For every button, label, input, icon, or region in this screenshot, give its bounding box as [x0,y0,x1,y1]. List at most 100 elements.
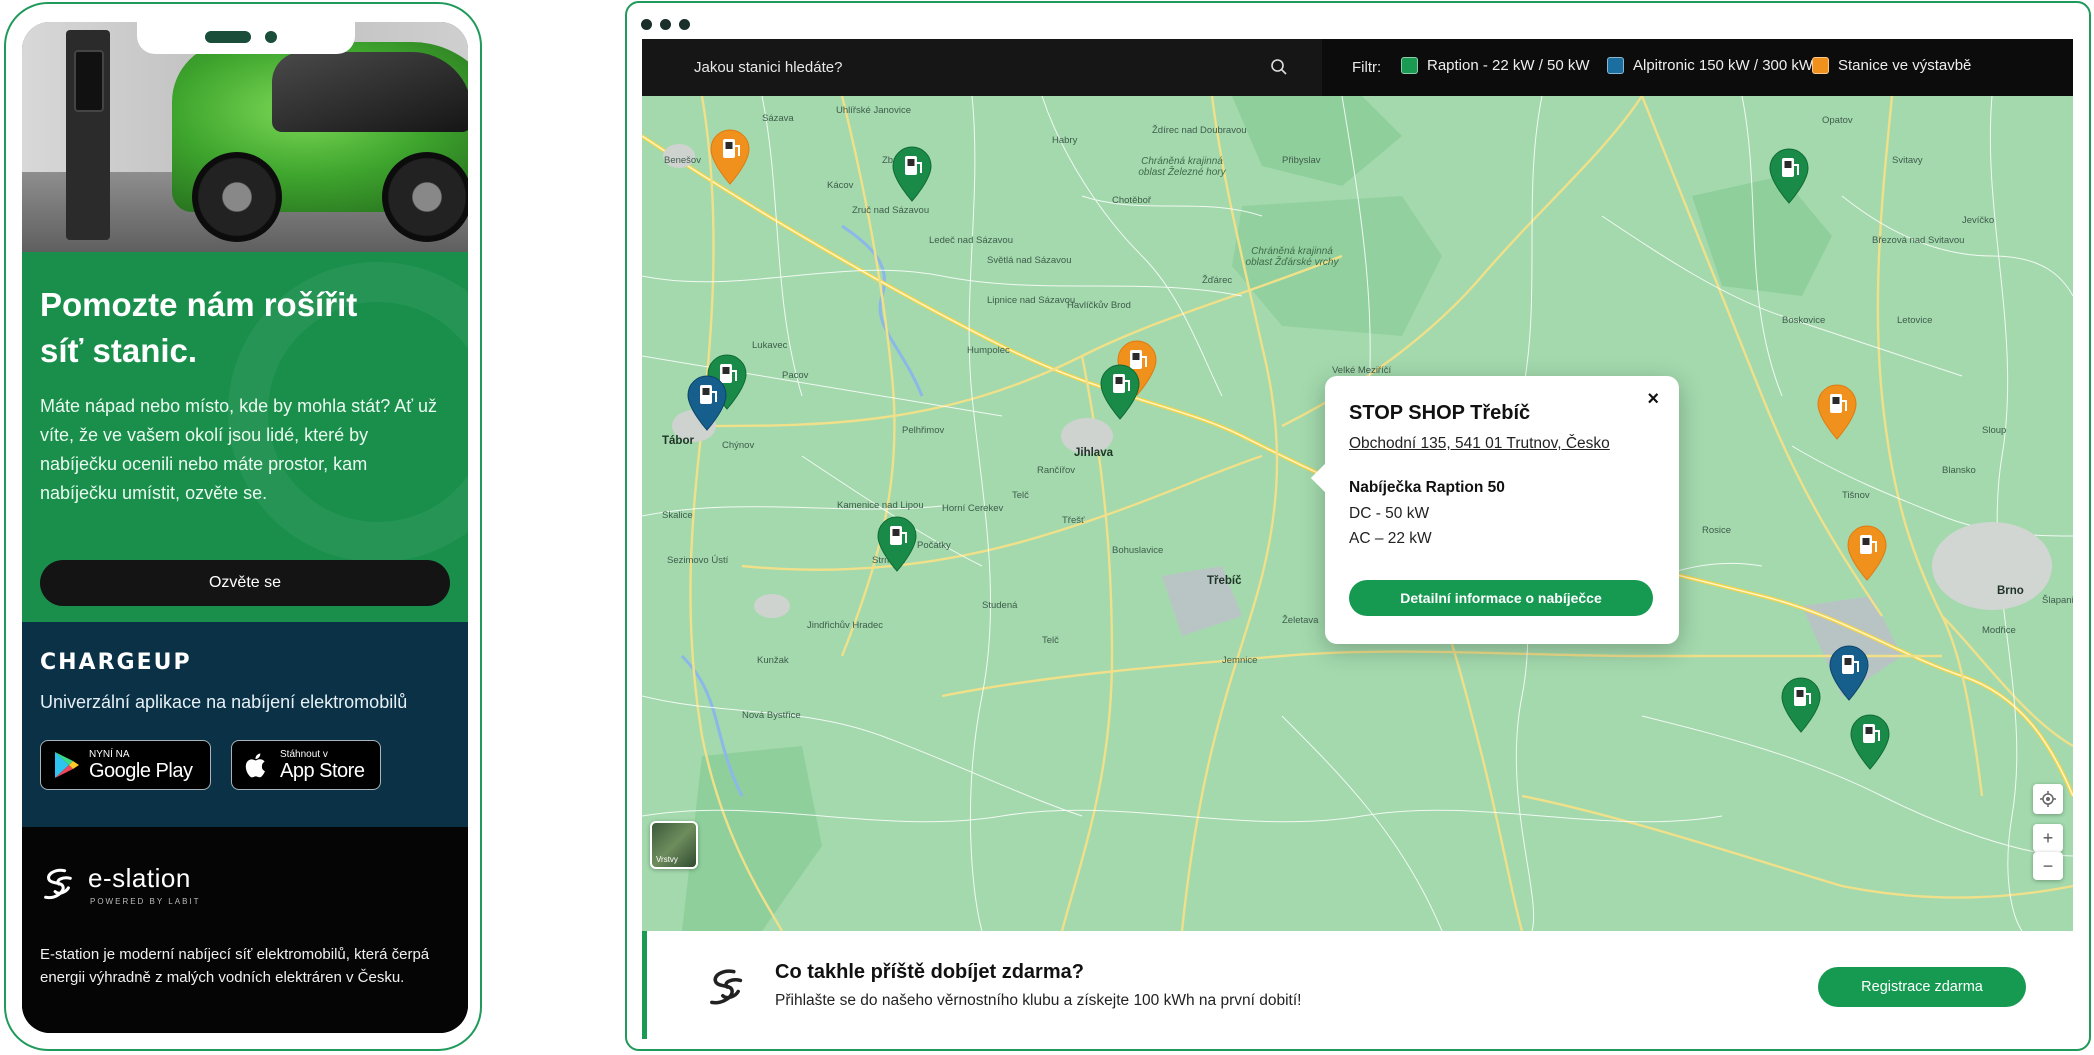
phone-mockup: Pomozte nám rošířit síť stanic. Máte náp… [4,2,482,1051]
eslation-logo-icon [710,969,743,1005]
filter-under-construction-label: Stanice ve výstavbě [1838,57,1972,74]
filter-raption[interactable]: Raption - 22 kW / 50 kW [1401,57,1590,74]
map-town-label: Jevíčko [1962,215,1995,226]
chargeup-logo: CHARGEUP [40,650,192,675]
pin-under-construction[interactable] [1846,525,1888,581]
app-store-small-label: Stáhnout v [280,748,328,760]
browser-mockup: Jakou stanici hledáte? Filtr: Raption - … [625,1,2091,1051]
filter-raption-label: Raption - 22 kW / 50 kW [1427,57,1590,74]
map-town-label: Bohuslavice [1112,545,1164,556]
eslation-logo-icon [44,868,72,900]
hero-photo-car-charging [22,22,468,252]
eslation-name: e-slation [88,863,191,893]
apple-icon [245,753,265,778]
map-town-label: Letovice [1897,315,1933,326]
map-town-label: Brno [1997,585,2024,597]
app-store-button[interactable]: Stáhnout v App Store [231,740,381,790]
map-town-label: Sezimovo Ústí [667,555,729,566]
pin-raption[interactable] [876,516,918,572]
map-town-label: Zruč nad Sázavou [852,205,930,216]
map-town-label: Přibyslav [1282,155,1321,166]
map-town-label: Jindřichův Hradec [807,620,884,631]
phone-speaker [205,31,251,43]
pin-raption[interactable] [1780,677,1822,733]
stations-map[interactable]: Benešov Sázava Zbraslavice Kácov Uhlířsk… [642,96,2073,931]
filter-checkbox[interactable] [1812,57,1829,74]
zoom-in-button[interactable]: + [2033,824,2063,852]
plus-icon: + [2042,827,2054,848]
loyalty-banner: Co takhle příště dobíjet zdarma? Přihlaš… [642,931,2073,1039]
map-town-label: Tábor [662,435,694,447]
my-location-button[interactable] [2033,784,2063,814]
charger-name: Nabíječka Raption 50 [1349,479,1505,496]
map-town-label: Svitavy [1892,155,1923,166]
search-input[interactable]: Jakou stanici hledáte? [694,59,842,76]
google-play-button[interactable]: NYNÍ NA Google Play [40,740,211,790]
station-address-link[interactable]: Obchodní 135, 541 01 Trutnov, Česko [1349,435,1655,453]
map-town-label: Březová nad Svitavou [1872,235,1965,246]
filter-alpitronic-label: Alpitronic 150 kW / 300 kW [1633,57,1814,74]
map-town-label: Šlapanice [2042,595,2073,606]
filter-under-construction[interactable]: Stanice ve výstavbě [1812,57,1971,74]
google-play-small-label: NYNÍ NA [89,748,130,760]
phone-camera [265,31,277,43]
map-town-label: Uhlířské Janovice [836,105,911,116]
map-town-label: Jihlava [1074,447,1113,459]
map-town-label: Třebíč [1207,575,1242,587]
search-icon[interactable] [1270,58,1288,76]
map-town-label: Habry [1052,135,1078,146]
map-town-label: Lukavec [752,340,788,351]
map-town-label: Opatov [1822,115,1853,126]
map-town-label: Modřice [1982,625,2016,636]
pin-raption[interactable] [891,146,933,202]
map-town-label: Třešť [1062,515,1085,526]
map-town-label: Pacov [782,370,809,381]
map-town-label: Želetava [1282,615,1319,626]
map-town-label: Nová Bystřice [742,710,801,721]
map-town-label: Boskovice [1782,315,1826,326]
station-popup: × STOP SHOP Třebíč Obchodní 135, 541 01 … [1325,376,1679,644]
zoom-out-button[interactable]: − [2033,852,2063,880]
map-town-label: Horní Cerekev [942,503,1004,514]
contact-us-button[interactable]: Ozvěte se [40,560,450,606]
filter-checkbox[interactable] [1401,57,1418,74]
map-town-label: Studená [982,600,1018,611]
pin-alpitronic[interactable] [686,375,728,431]
eslation-powered-by: POWERED BY LABIT [90,897,201,906]
map-town-label: Sloup [1982,425,2007,436]
map-town-label: Světlá nad Sázavou [987,255,1072,266]
map-town-label: Chýnov [722,440,755,451]
app-store-label: App Store [280,759,365,782]
map-town-label: Humpolec [967,345,1010,356]
phone-notch [137,22,355,54]
expand-network-title: Pomozte nám rošířit síť stanic. [40,286,358,369]
map-town-label: Sázava [762,113,794,124]
map-layers-button[interactable]: Vrstvy [650,821,698,869]
forest-label-zelezne-hory: Chráněná krajinná oblast Železné hory [1138,156,1226,178]
expand-network-text: Máte nápad nebo místo, kde by mohla stát… [40,396,437,503]
minus-icon: − [2042,855,2054,876]
phone-screen: Pomozte nám rošířit síť stanic. Máte náp… [22,22,468,1033]
filter-checkbox[interactable] [1607,57,1624,74]
pin-raption[interactable] [1849,714,1891,770]
pin-under-construction[interactable] [1816,384,1858,440]
map-town-label: Žďárec [1202,275,1233,286]
loyalty-banner-subtitle: Přihlašte se do našeho věrnostního klubu… [775,992,1302,1009]
eslation-footer: e-slation POWERED BY LABIT E-station je … [22,827,468,1033]
map-town-label: Kamenice nad Lipou [837,500,924,511]
pin-raption[interactable] [1768,148,1810,204]
google-play-label: Google Play [89,759,193,782]
pin-alpitronic[interactable] [1828,645,1870,701]
window-dot [641,19,652,30]
map-town-label: Pelhřimov [902,425,945,436]
pin-raption-selected[interactable] [1099,364,1141,420]
app-tagline: Univerzální aplikace na nabíjení elektro… [40,692,408,712]
expand-network-section: Pomozte nám rošířit síť stanic. Máte náp… [22,252,468,622]
station-search-box[interactable]: Jakou stanici hledáte? [642,39,1322,96]
pin-under-construction[interactable] [709,129,751,185]
register-free-button[interactable]: Registrace zdarma [1818,967,2026,1007]
map-town-label: Chotěboř [1112,195,1152,206]
filter-alpitronic[interactable]: Alpitronic 150 kW / 300 kW [1607,57,1813,74]
charger-detail-button[interactable]: Detailní informace o nabíječce [1349,580,1653,616]
map-town-label: Benešov [664,155,701,166]
